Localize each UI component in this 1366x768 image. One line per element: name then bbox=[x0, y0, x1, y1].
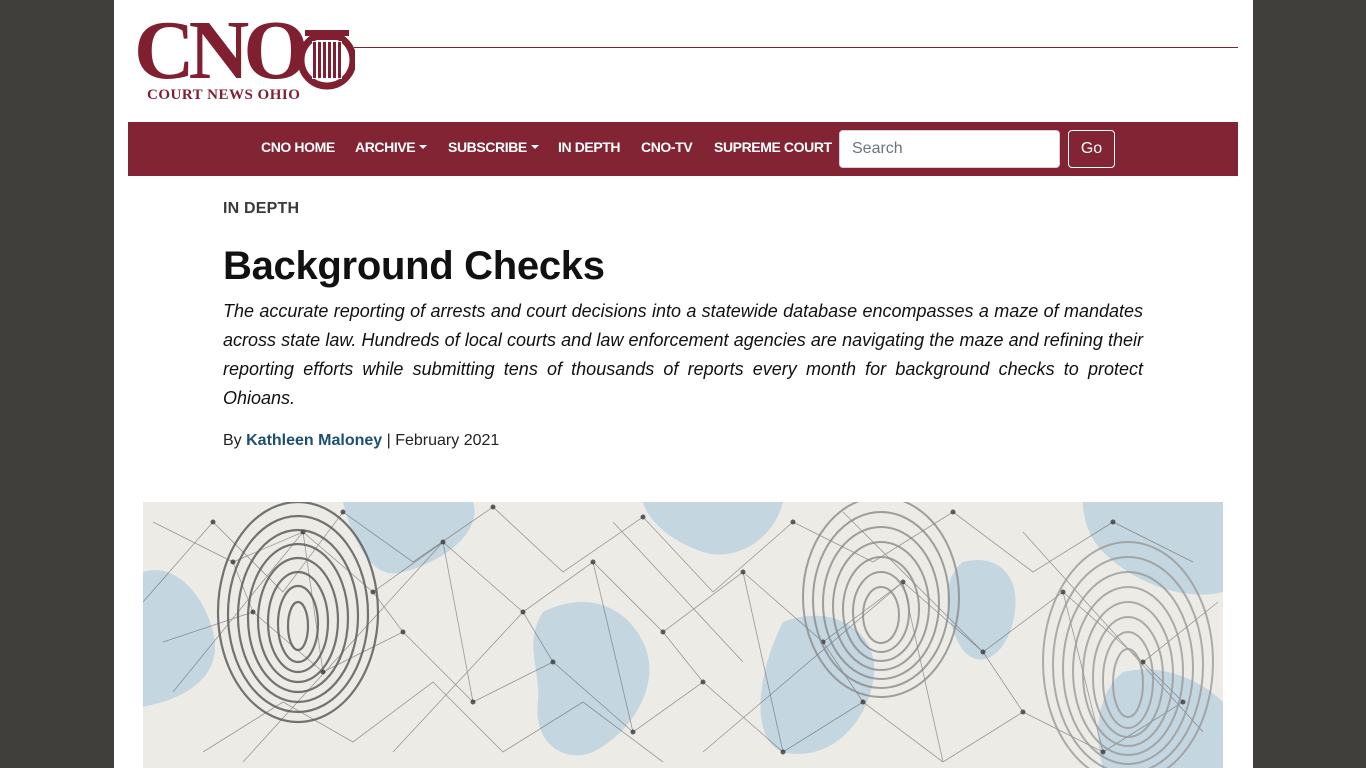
search-input[interactable] bbox=[839, 130, 1060, 168]
page-container: CNO COURT NEWS OHIO CNO HOME ARCHIVE SUB… bbox=[114, 0, 1253, 768]
world-map-shapes bbox=[143, 502, 1223, 768]
logo-subtitle: COURT NEWS OHIO bbox=[147, 87, 301, 103]
courthouse-column-icon bbox=[299, 30, 355, 90]
fingerprint-middle bbox=[802, 502, 960, 698]
caret-down-icon bbox=[419, 145, 428, 149]
nav-subscribe-dropdown[interactable]: SUBSCRIBE bbox=[448, 139, 539, 155]
article-title: Background Checks bbox=[223, 244, 605, 288]
byline: By Kathleen Maloney | February 2021 bbox=[223, 432, 499, 450]
go-button[interactable]: Go bbox=[1068, 130, 1115, 168]
nav-in-depth[interactable]: IN DEPTH bbox=[558, 139, 621, 155]
publish-date: February 2021 bbox=[395, 432, 500, 449]
article-summary: The accurate reporting of arrests and co… bbox=[223, 301, 1143, 408]
nav-supreme-court[interactable]: SUPREME COURT bbox=[714, 139, 832, 155]
cno-logo[interactable]: CNO COURT NEWS OHIO bbox=[134, 9, 356, 109]
header-divider bbox=[354, 47, 1238, 48]
caret-down-icon bbox=[530, 145, 539, 149]
hero-image bbox=[143, 502, 1223, 768]
fingerprint-left bbox=[216, 502, 380, 724]
byline-prefix: By bbox=[223, 432, 242, 449]
nav-cno-tv[interactable]: CNO-TV bbox=[641, 139, 693, 155]
nav-archive-dropdown[interactable]: ARCHIVE bbox=[355, 139, 428, 155]
logo-text: CNO bbox=[134, 4, 309, 97]
author-link[interactable]: Kathleen Maloney bbox=[246, 432, 382, 449]
fingerprint-network-illustration bbox=[143, 502, 1223, 768]
article-category: IN DEPTH bbox=[223, 200, 300, 217]
byline-separator: | bbox=[386, 432, 391, 449]
main-navbar: CNO HOME ARCHIVE SUBSCRIBE IN DEPTH CNO-… bbox=[128, 122, 1238, 176]
nav-cno-home[interactable]: CNO HOME bbox=[261, 139, 335, 155]
